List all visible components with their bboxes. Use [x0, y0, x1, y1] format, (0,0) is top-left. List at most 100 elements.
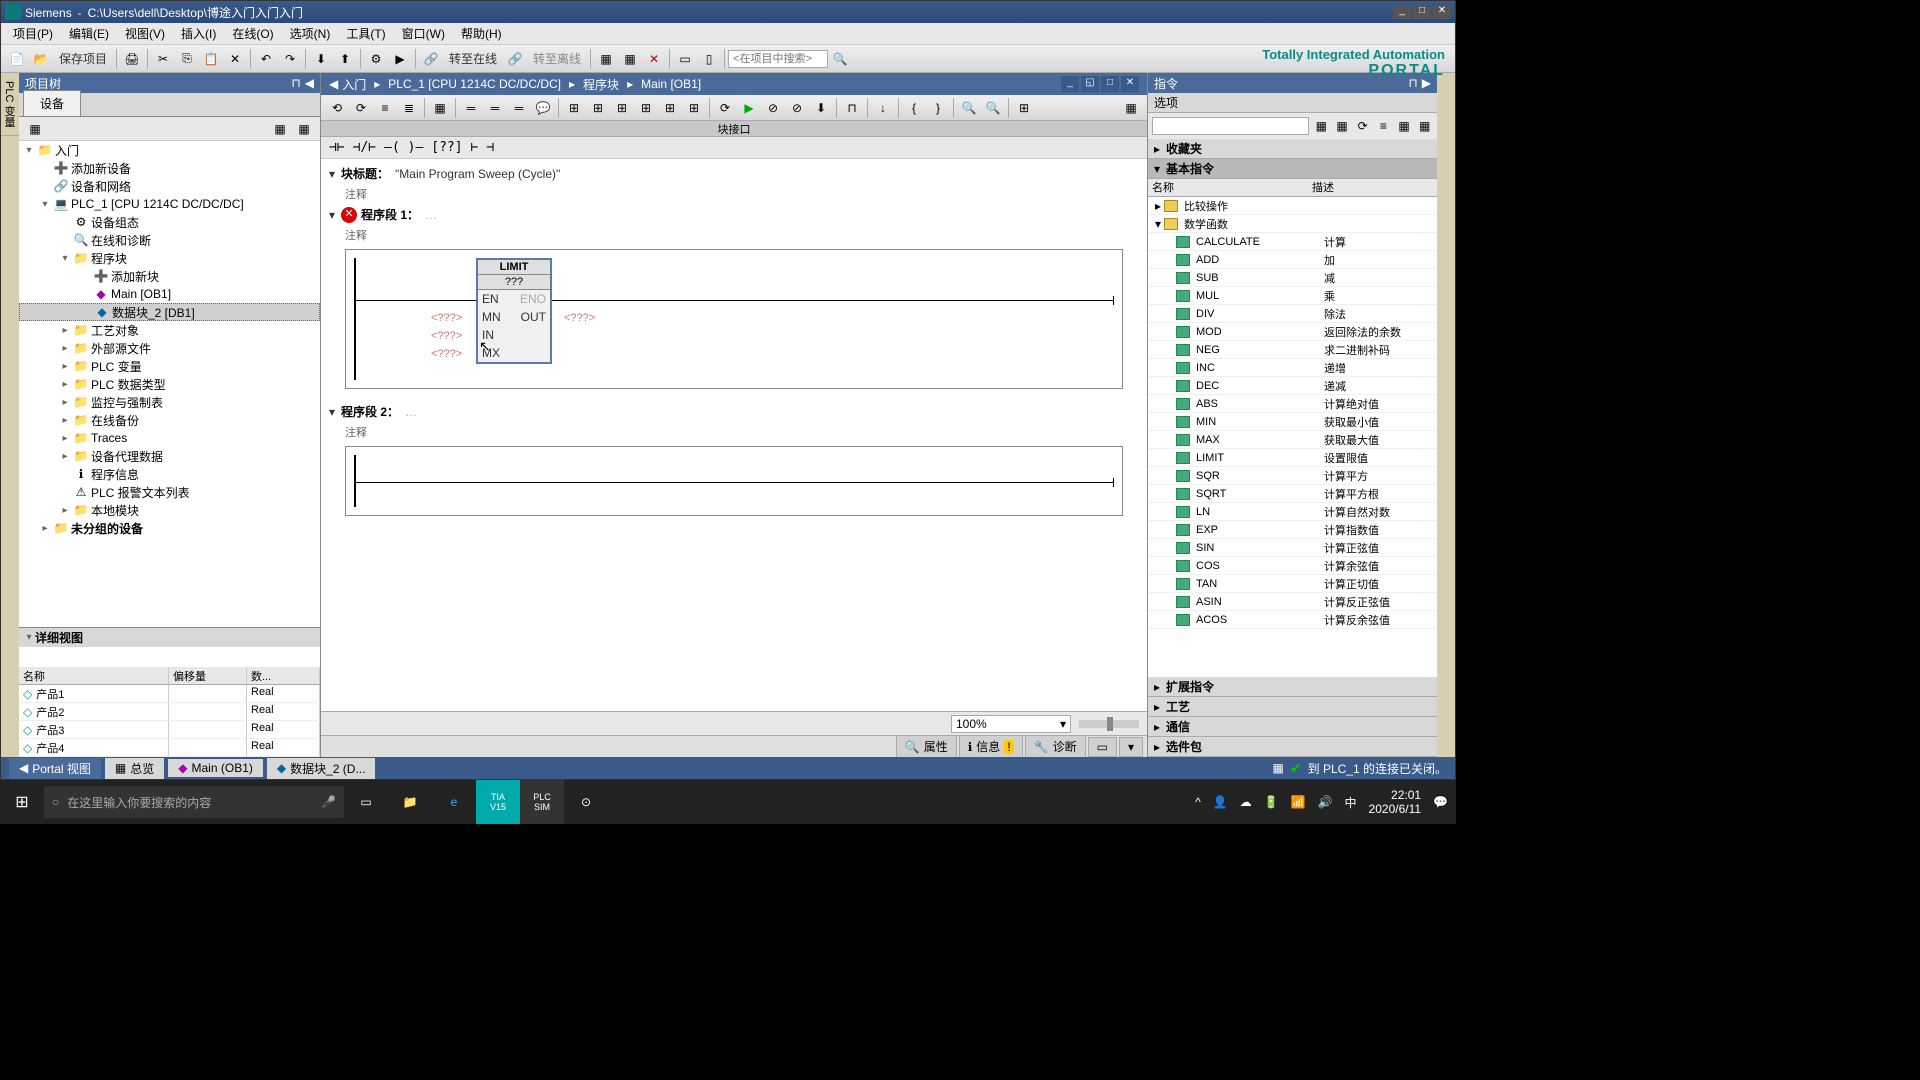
block-title-value[interactable]: "Main Program Sweep (Cycle)": [395, 167, 560, 181]
filter-icon[interactable]: ≡: [1376, 115, 1391, 137]
cut-icon[interactable]: ✂: [152, 48, 174, 70]
menu-insert[interactable]: 插入(I): [173, 23, 224, 44]
obs-icon[interactable]: ⊙: [564, 780, 608, 824]
etb-icon[interactable]: 💬: [532, 97, 554, 119]
bc-seg[interactable]: Main [OB1]: [637, 77, 705, 91]
network-1-area[interactable]: LIMIT ??? ENENO MNOUT IN MX <???> <???> …: [345, 249, 1123, 389]
tab-properties[interactable]: 🔍属性: [896, 735, 957, 758]
instructions-table[interactable]: 名称 描述 ▸ 比较操作 ▾ 数学函数 CALCULATE计算ADD加SUB减M…: [1148, 179, 1437, 677]
options-header[interactable]: 选项: [1148, 93, 1437, 113]
instruction-row[interactable]: DIV除法: [1148, 305, 1437, 323]
expand-icon[interactable]: ▸: [59, 361, 71, 372]
branch-open-icon[interactable]: ⊢: [471, 140, 479, 155]
simulate-icon[interactable]: ▶: [389, 48, 411, 70]
menu-help[interactable]: 帮助(H): [453, 23, 510, 44]
start-button[interactable]: ⊞: [0, 780, 44, 824]
detail-view-header[interactable]: ▾ 详细视图: [19, 627, 320, 647]
etb-icon[interactable]: ⊓: [841, 97, 863, 119]
instruction-row[interactable]: NEG求二进制补码: [1148, 341, 1437, 359]
taskbar-search[interactable]: ○ 在这里输入你要搜索的内容 🎤: [44, 786, 344, 818]
upload-icon[interactable]: ⬆: [334, 48, 356, 70]
collapse-icon[interactable]: ▾: [329, 208, 341, 222]
instruction-row[interactable]: MIN获取最小值: [1148, 413, 1437, 431]
expand-icon[interactable]: ▸: [59, 415, 71, 426]
explorer-icon[interactable]: 📁: [388, 780, 432, 824]
param-out[interactable]: <???>: [564, 312, 595, 324]
instruction-search-input[interactable]: [1152, 117, 1309, 135]
basic-instructions-header[interactable]: ▾ 基本指令: [1148, 159, 1437, 179]
tree-ext-src[interactable]: 外部源文件: [91, 340, 151, 357]
option-pkg-header[interactable]: ▸选件包: [1148, 737, 1437, 757]
etb-icon[interactable]: ▦: [1120, 97, 1142, 119]
clock[interactable]: 22:01 2020/6/11: [1369, 788, 1422, 817]
tree-watch[interactable]: 监控与强制表: [91, 394, 163, 411]
menu-edit[interactable]: 编辑(E): [61, 23, 117, 44]
network-1-comment[interactable]: 注释: [321, 225, 1147, 245]
etb-icon[interactable]: ⊞: [635, 97, 657, 119]
col-name[interactable]: 名称: [19, 667, 169, 684]
portal-view-button[interactable]: ◀ Portal 视图: [9, 758, 101, 779]
tree-device-config[interactable]: 设备组态: [91, 214, 139, 231]
ext-instructions-header[interactable]: ▸扩展指令: [1148, 677, 1437, 697]
open-icon[interactable]: 📂: [30, 48, 52, 70]
expand-icon[interactable]: ▸: [1152, 199, 1164, 213]
contact-nc-icon[interactable]: ⊣/⊢: [353, 140, 376, 155]
menu-project[interactable]: 项目(P): [5, 23, 61, 44]
print-icon[interactable]: 🖨: [121, 48, 143, 70]
etb-go-icon[interactable]: ▶: [738, 97, 760, 119]
tab-collapse-icon[interactable]: ▾: [1119, 737, 1143, 757]
block-interface-bar[interactable]: 块接口: [321, 121, 1147, 137]
expand-icon[interactable]: ▸: [1154, 142, 1160, 156]
tab-layout-icon[interactable]: ▭: [1088, 737, 1117, 757]
col-desc[interactable]: 描述: [1308, 179, 1437, 196]
collapse-icon[interactable]: ▾: [1152, 217, 1164, 231]
etb-icon[interactable]: ▦: [429, 97, 451, 119]
instruction-row[interactable]: SQR计算平方: [1148, 467, 1437, 485]
ime-icon[interactable]: 中: [1345, 794, 1357, 811]
expand-icon[interactable]: ▸: [39, 523, 51, 534]
go-offline-icon[interactable]: 🔗: [504, 48, 526, 70]
instruction-row[interactable]: LN计算自然对数: [1148, 503, 1437, 521]
detail-row[interactable]: ◇产品1Real: [19, 685, 320, 703]
split-h-icon[interactable]: ▭: [674, 48, 696, 70]
expand-icon[interactable]: ▸: [59, 505, 71, 516]
etb-icon[interactable]: ⊞: [563, 97, 585, 119]
filter-icon[interactable]: ⟳: [1355, 115, 1370, 137]
network-2-title[interactable]: 程序段 2：: [341, 403, 399, 420]
network-1-title[interactable]: 程序段 1：: [361, 206, 419, 223]
instruction-row[interactable]: ACOS计算反余弦值: [1148, 611, 1437, 629]
col-offset[interactable]: 偏移量: [169, 667, 247, 684]
etb-icon[interactable]: ⊞: [683, 97, 705, 119]
battery-icon[interactable]: 🔋: [1264, 795, 1279, 809]
bc-seg[interactable]: 入门: [338, 76, 370, 93]
wifi-icon[interactable]: 📶: [1291, 795, 1306, 809]
tree-tech[interactable]: 工艺对象: [91, 322, 139, 339]
tab-devices[interactable]: 设备: [23, 90, 81, 116]
menu-tools[interactable]: 工具(T): [338, 23, 393, 44]
tab-info[interactable]: ℹ信息!: [959, 735, 1023, 758]
coil-icon[interactable]: —( )—: [384, 140, 423, 155]
editor-minimize-icon[interactable]: _: [1061, 76, 1079, 92]
paste-icon[interactable]: 📋: [200, 48, 222, 70]
collapse-icon[interactable]: ▾: [329, 405, 341, 419]
save-button[interactable]: 保存项目: [53, 50, 113, 67]
filter-icon[interactable]: ▦: [1314, 115, 1329, 137]
etb-icon[interactable]: {: [903, 97, 925, 119]
branch-close-icon[interactable]: ⊣: [486, 140, 494, 155]
tab-diagnostics[interactable]: 🔧诊断: [1025, 735, 1086, 758]
collapse-icon[interactable]: ▾: [1154, 162, 1160, 176]
bc-seg[interactable]: 程序块: [579, 76, 623, 93]
search-icon[interactable]: 🔍: [829, 48, 851, 70]
undo-icon[interactable]: ↶: [255, 48, 277, 70]
menu-online[interactable]: 在线(O): [224, 23, 281, 44]
filter-icon[interactable]: ▦: [1397, 115, 1412, 137]
editor-maximize-icon[interactable]: □: [1101, 76, 1119, 92]
instruction-row[interactable]: TAN计算正切值: [1148, 575, 1437, 593]
tree-view-icon[interactable]: ▦: [269, 118, 291, 140]
task-view-icon[interactable]: ▭: [344, 780, 388, 824]
tree-prog-info[interactable]: 程序信息: [91, 466, 139, 483]
go-offline-button[interactable]: 转至离线: [527, 50, 587, 67]
menu-view[interactable]: 视图(V): [117, 23, 173, 44]
instruction-row[interactable]: LIMIT设置限值: [1148, 449, 1437, 467]
instruction-row[interactable]: COS计算余弦值: [1148, 557, 1437, 575]
